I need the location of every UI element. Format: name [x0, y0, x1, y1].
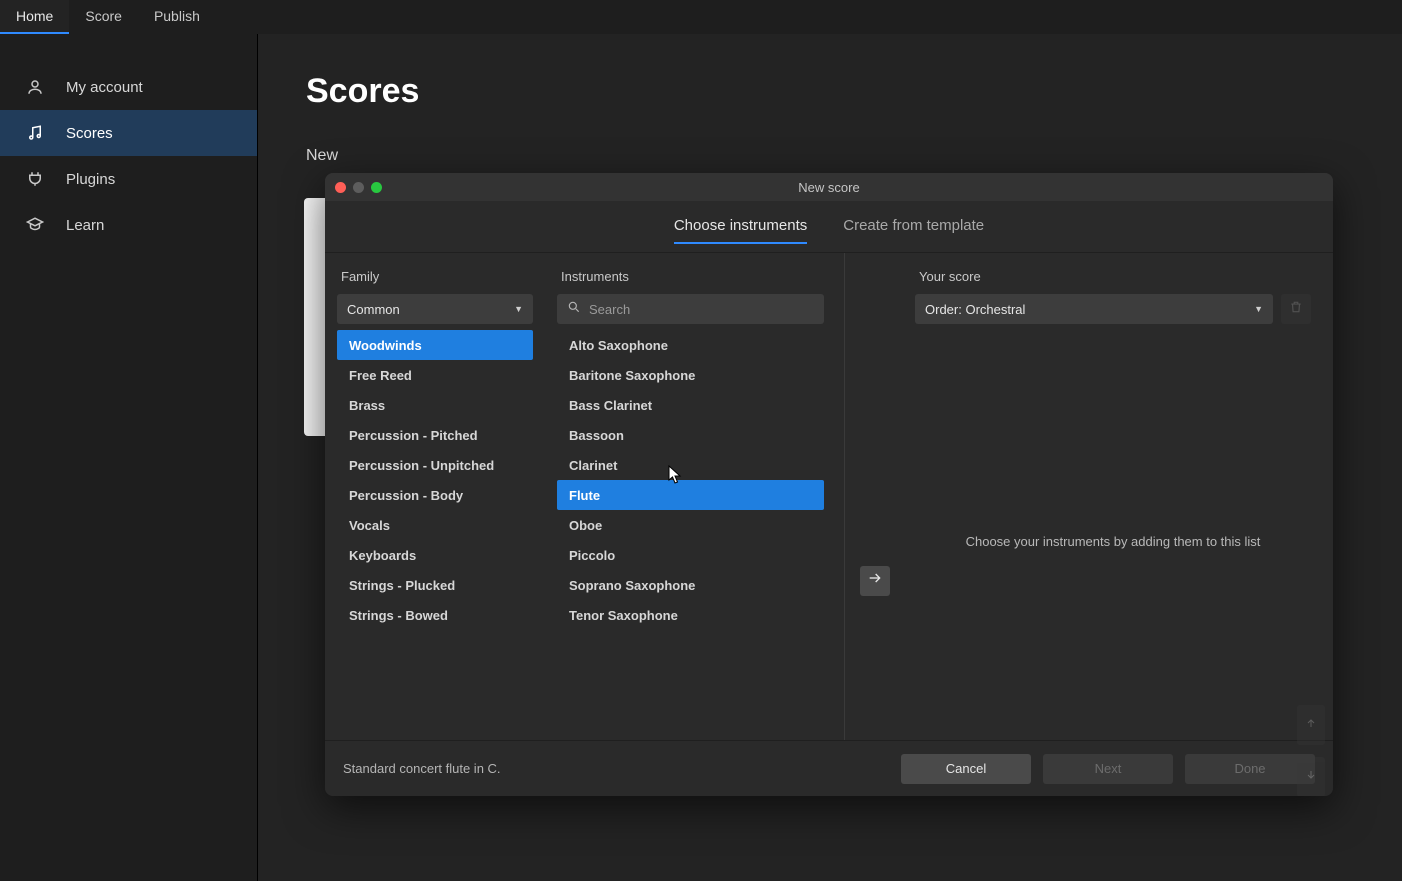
instrument-item[interactable]: Tenor Saxophone — [557, 600, 824, 630]
family-column-label: Family — [337, 269, 533, 294]
instrument-item[interactable]: Baritone Saxophone — [557, 360, 824, 390]
sidebar: My account Scores Plugins Learn — [0, 34, 258, 881]
cancel-button[interactable]: Cancel — [901, 754, 1031, 784]
dialog-titlebar[interactable]: New score — [325, 173, 1333, 201]
tab-choose-instruments[interactable]: Choose instruments — [674, 217, 807, 244]
delete-instrument-button — [1281, 294, 1311, 324]
new-score-dialog: New score Choose instruments Create from… — [325, 173, 1333, 796]
sidebar-item-plugins[interactable]: Plugins — [0, 156, 257, 202]
dialog-title: New score — [325, 180, 1333, 195]
add-instrument-button[interactable] — [860, 566, 890, 596]
your-score-label: Your score — [915, 269, 1311, 294]
learn-icon — [26, 216, 44, 234]
sidebar-item-label: Learn — [66, 217, 104, 234]
family-item[interactable]: Strings - Plucked — [337, 570, 533, 600]
tab-home[interactable]: Home — [0, 0, 69, 34]
sidebar-item-label: Scores — [66, 125, 113, 142]
family-group-select[interactable]: Common ▼ — [337, 294, 533, 324]
tab-score[interactable]: Score — [69, 0, 138, 34]
tab-publish[interactable]: Publish — [138, 0, 216, 34]
instrument-item[interactable]: Soprano Saxophone — [557, 570, 824, 600]
music-note-icon — [26, 124, 44, 142]
instrument-item[interactable]: Alto Saxophone — [557, 330, 824, 360]
move-up-button — [1297, 705, 1325, 745]
family-item[interactable]: Woodwinds — [337, 330, 533, 360]
family-item[interactable]: Free Reed — [337, 360, 533, 390]
instrument-item[interactable]: Clarinet — [557, 450, 824, 480]
family-item[interactable]: Keyboards — [337, 540, 533, 570]
arrow-down-icon — [1305, 768, 1317, 786]
instrument-search[interactable] — [557, 294, 824, 324]
plugin-icon — [26, 170, 44, 188]
instrument-search-input[interactable] — [589, 302, 814, 317]
family-item[interactable]: Percussion - Body — [337, 480, 533, 510]
family-item[interactable]: Vocals — [337, 510, 533, 540]
user-icon — [26, 78, 44, 96]
sidebar-item-label: Plugins — [66, 171, 115, 188]
next-button: Next — [1043, 754, 1173, 784]
sidebar-item-scores[interactable]: Scores — [0, 110, 257, 156]
sidebar-item-learn[interactable]: Learn — [0, 202, 257, 248]
instrument-item[interactable]: Piccolo — [557, 540, 824, 570]
arrow-up-icon — [1305, 716, 1317, 734]
family-item[interactable]: Strings - Bowed — [337, 600, 533, 630]
move-down-button — [1297, 757, 1325, 796]
trash-icon — [1289, 300, 1303, 319]
instrument-item[interactable]: Flute — [557, 480, 824, 510]
instrument-item[interactable]: Bassoon — [557, 420, 824, 450]
sidebar-item-label: My account — [66, 79, 143, 96]
score-order-select[interactable]: Order: Orchestral ▼ — [915, 294, 1273, 324]
arrow-right-icon — [867, 570, 883, 591]
family-item[interactable]: Brass — [337, 390, 533, 420]
section-new-label: New — [306, 147, 1354, 165]
window-zoom-icon[interactable] — [371, 182, 382, 193]
chevron-down-icon: ▼ — [1254, 304, 1263, 314]
instrument-status-text: Standard concert flute in C. — [343, 761, 501, 776]
chevron-down-icon: ▼ — [514, 304, 523, 314]
window-minimize-icon[interactable] — [353, 182, 364, 193]
family-group-value: Common — [347, 302, 400, 317]
family-item[interactable]: Percussion - Pitched — [337, 420, 533, 450]
page-title: Scores — [306, 72, 1354, 111]
sidebar-item-account[interactable]: My account — [0, 64, 257, 110]
empty-score-message: Choose your instruments by adding them t… — [915, 534, 1311, 549]
tab-create-from-template[interactable]: Create from template — [843, 217, 984, 244]
family-item[interactable]: Percussion - Unpitched — [337, 450, 533, 480]
score-order-value: Order: Orchestral — [925, 302, 1025, 317]
instrument-item[interactable]: Oboe — [557, 510, 824, 540]
done-button: Done — [1185, 754, 1315, 784]
instruments-column-label: Instruments — [557, 269, 824, 294]
search-icon — [567, 300, 581, 319]
window-close-icon[interactable] — [335, 182, 346, 193]
instrument-item[interactable]: Bass Clarinet — [557, 390, 824, 420]
